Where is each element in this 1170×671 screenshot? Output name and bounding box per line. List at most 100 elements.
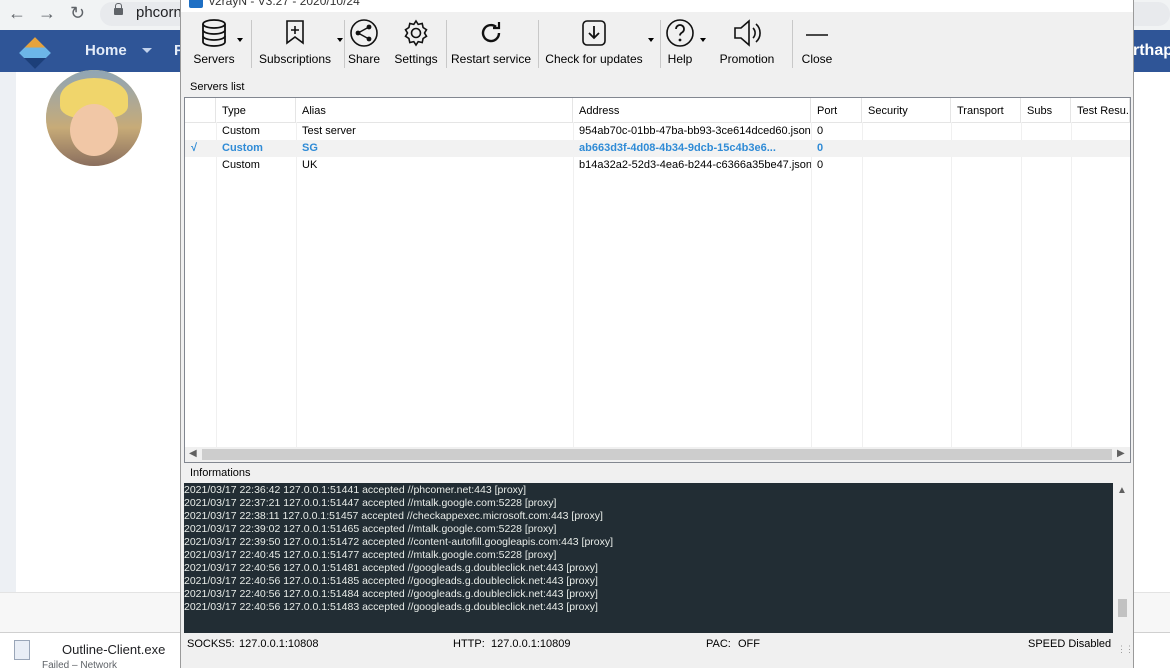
grid-header: Type Alias Address Port Security Transpo… xyxy=(185,98,1130,123)
download-file-name[interactable]: Outline-Client.exe xyxy=(62,642,165,657)
log-line: 2021/03/17 22:40:56 127.0.0.1:51483 acce… xyxy=(184,601,598,613)
help-icon xyxy=(666,19,694,47)
window-title: v2rayN - V3.27 - 2020/10/24 xyxy=(209,0,360,8)
server-row[interactable]: Custom UK b14a32a2-52d3-4ea6-b244-c6366a… xyxy=(185,157,1130,174)
settings-button[interactable]: Settings xyxy=(393,14,439,70)
resize-grip-icon[interactable]: ⋮⋮ xyxy=(1117,644,1134,655)
v2rayn-window: v2rayN - V3.27 - 2020/10/24 Servers Subs… xyxy=(180,0,1134,668)
database-icon xyxy=(202,19,226,47)
bookmark-add-icon xyxy=(286,20,304,45)
column-header-test-result[interactable]: Test Resu... xyxy=(1071,98,1130,122)
back-icon[interactable]: ← xyxy=(8,3,26,24)
log-line: 2021/03/17 22:40:45 127.0.0.1:51477 acce… xyxy=(184,549,557,561)
pac-value: OFF xyxy=(738,638,760,650)
check-updates-button[interactable]: Check for updates xyxy=(543,14,654,70)
server-alias: Test server xyxy=(302,125,356,137)
servers-list-label: Servers list xyxy=(190,81,245,93)
http-label: HTTP: xyxy=(453,638,485,650)
scroll-left-icon[interactable]: ◀ xyxy=(189,448,197,459)
speaker-icon xyxy=(734,19,761,47)
scroll-right-icon[interactable]: ▶ xyxy=(1117,448,1125,459)
toolbar-label: Help xyxy=(667,52,693,66)
column-header-address[interactable]: Address xyxy=(573,98,811,122)
log-panel[interactable]: 2021/03/17 22:36:42 127.0.0.1:51441 acce… xyxy=(184,483,1132,633)
vertical-scrollbar[interactable]: ▲ xyxy=(1113,483,1132,633)
server-port: 0 xyxy=(817,142,824,154)
toolbar-label: Promotion xyxy=(719,52,775,66)
server-address: 954ab70c-01bb-47ba-bb93-3ce614dced60.jso… xyxy=(579,125,811,137)
server-row[interactable]: Custom Test server 954ab70c-01bb-47ba-bb… xyxy=(185,123,1130,140)
pac-label: PAC: xyxy=(706,638,731,650)
toolbar-label: Settings xyxy=(394,52,438,66)
chevron-down-icon xyxy=(700,38,706,42)
active-marker xyxy=(185,123,216,140)
close-button[interactable]: Close xyxy=(797,14,837,70)
log-line: 2021/03/17 22:36:42 127.0.0.1:51441 acce… xyxy=(184,484,527,496)
subscriptions-button[interactable]: Subscriptions xyxy=(257,14,343,70)
informations-label: Informations xyxy=(190,467,251,479)
toolbar-label: Share xyxy=(347,52,381,66)
server-row-selected[interactable]: √ Custom SG ab663d3f-4d08-4b34-9dcb-15c4… xyxy=(185,140,1130,157)
forward-icon[interactable]: → xyxy=(38,3,56,24)
chevron-down-icon xyxy=(648,38,654,42)
server-type: Custom xyxy=(222,142,263,154)
toolbar-label: Subscriptions xyxy=(258,52,332,66)
server-alias: UK xyxy=(302,159,318,171)
url-text[interactable]: phcorn xyxy=(136,4,182,21)
toolbar-label: Servers xyxy=(193,52,235,66)
status-bar: SOCKS5: 127.0.0.1:10808 HTTP: 127.0.0.1:… xyxy=(181,634,1134,656)
share-icon xyxy=(350,19,378,47)
avatar[interactable] xyxy=(46,70,142,166)
server-type: Custom xyxy=(222,159,260,171)
chevron-down-icon xyxy=(337,38,343,42)
site-sidebar xyxy=(0,72,16,592)
window-titlebar: v2rayN - V3.27 - 2020/10/24 xyxy=(181,0,1133,12)
file-icon xyxy=(14,640,30,660)
active-marker: √ xyxy=(191,142,198,154)
column-header-subs[interactable]: Subs xyxy=(1021,98,1071,122)
speed-status: SPEED Disabled xyxy=(1028,638,1112,650)
server-port: 0 xyxy=(817,125,824,137)
server-address: ab663d3f-4d08-4b34-9dcb-15c4b3e6... xyxy=(579,142,776,154)
horizontal-scrollbar[interactable]: ◀ ▶ xyxy=(185,447,1130,462)
lock-icon xyxy=(114,3,123,15)
server-port: 0 xyxy=(817,159,824,171)
scroll-up-icon[interactable]: ▲ xyxy=(1117,485,1127,496)
http-value: 127.0.0.1:10809 xyxy=(491,638,571,650)
log-line: 2021/03/17 22:37:21 127.0.0.1:51447 acce… xyxy=(184,497,557,509)
reload-icon[interactable]: ↻ xyxy=(70,3,85,24)
column-header-security[interactable]: Security xyxy=(862,98,951,122)
gear-icon xyxy=(404,19,428,47)
log-line: 2021/03/17 22:40:56 127.0.0.1:51484 acce… xyxy=(184,588,598,600)
column-header-type[interactable]: Type xyxy=(216,98,296,122)
scrollbar-thumb[interactable] xyxy=(1118,599,1127,617)
promotion-button[interactable]: Promotion xyxy=(715,14,779,70)
servers-grid[interactable]: Type Alias Address Port Security Transpo… xyxy=(184,97,1131,463)
nav-home[interactable]: Home xyxy=(85,42,127,59)
restart-service-button[interactable]: Restart service xyxy=(451,14,531,70)
site-banner-text: rthapp xyxy=(1133,42,1170,59)
chevron-down-icon xyxy=(237,38,243,42)
servers-button[interactable]: Servers xyxy=(189,14,243,70)
log-line: 2021/03/17 22:39:02 127.0.0.1:51465 acce… xyxy=(184,523,557,535)
log-line: 2021/03/17 22:40:56 127.0.0.1:51481 acce… xyxy=(184,562,598,574)
column-header-port[interactable]: Port xyxy=(811,98,862,122)
toolbar-label: Check for updates xyxy=(545,52,643,66)
column-header-active[interactable] xyxy=(185,98,216,122)
log-line: 2021/03/17 22:39:50 127.0.0.1:51472 acce… xyxy=(184,536,614,548)
toolbar: Servers Subscriptions Share Settings Res… xyxy=(181,14,1133,72)
share-button[interactable]: Share xyxy=(344,14,384,70)
toolbar-label: Restart service xyxy=(451,52,532,66)
toolbar-label: Close xyxy=(801,52,833,66)
column-header-transport[interactable]: Transport xyxy=(951,98,1021,122)
help-button[interactable]: Help xyxy=(663,14,706,70)
download-status: Failed – Network xyxy=(42,660,118,671)
active-marker xyxy=(185,157,216,174)
server-address: b14a32a2-52d3-4ea6-b244-c6366a35be47.jso… xyxy=(579,159,811,171)
minus-icon xyxy=(806,34,828,36)
column-header-alias[interactable]: Alias xyxy=(296,98,573,122)
socks-value: 127.0.0.1:10808 xyxy=(239,638,319,650)
chevron-down-icon[interactable] xyxy=(142,48,152,53)
log-line: 2021/03/17 22:40:56 127.0.0.1:51485 acce… xyxy=(184,575,598,587)
scrollbar-thumb[interactable] xyxy=(202,449,1112,460)
